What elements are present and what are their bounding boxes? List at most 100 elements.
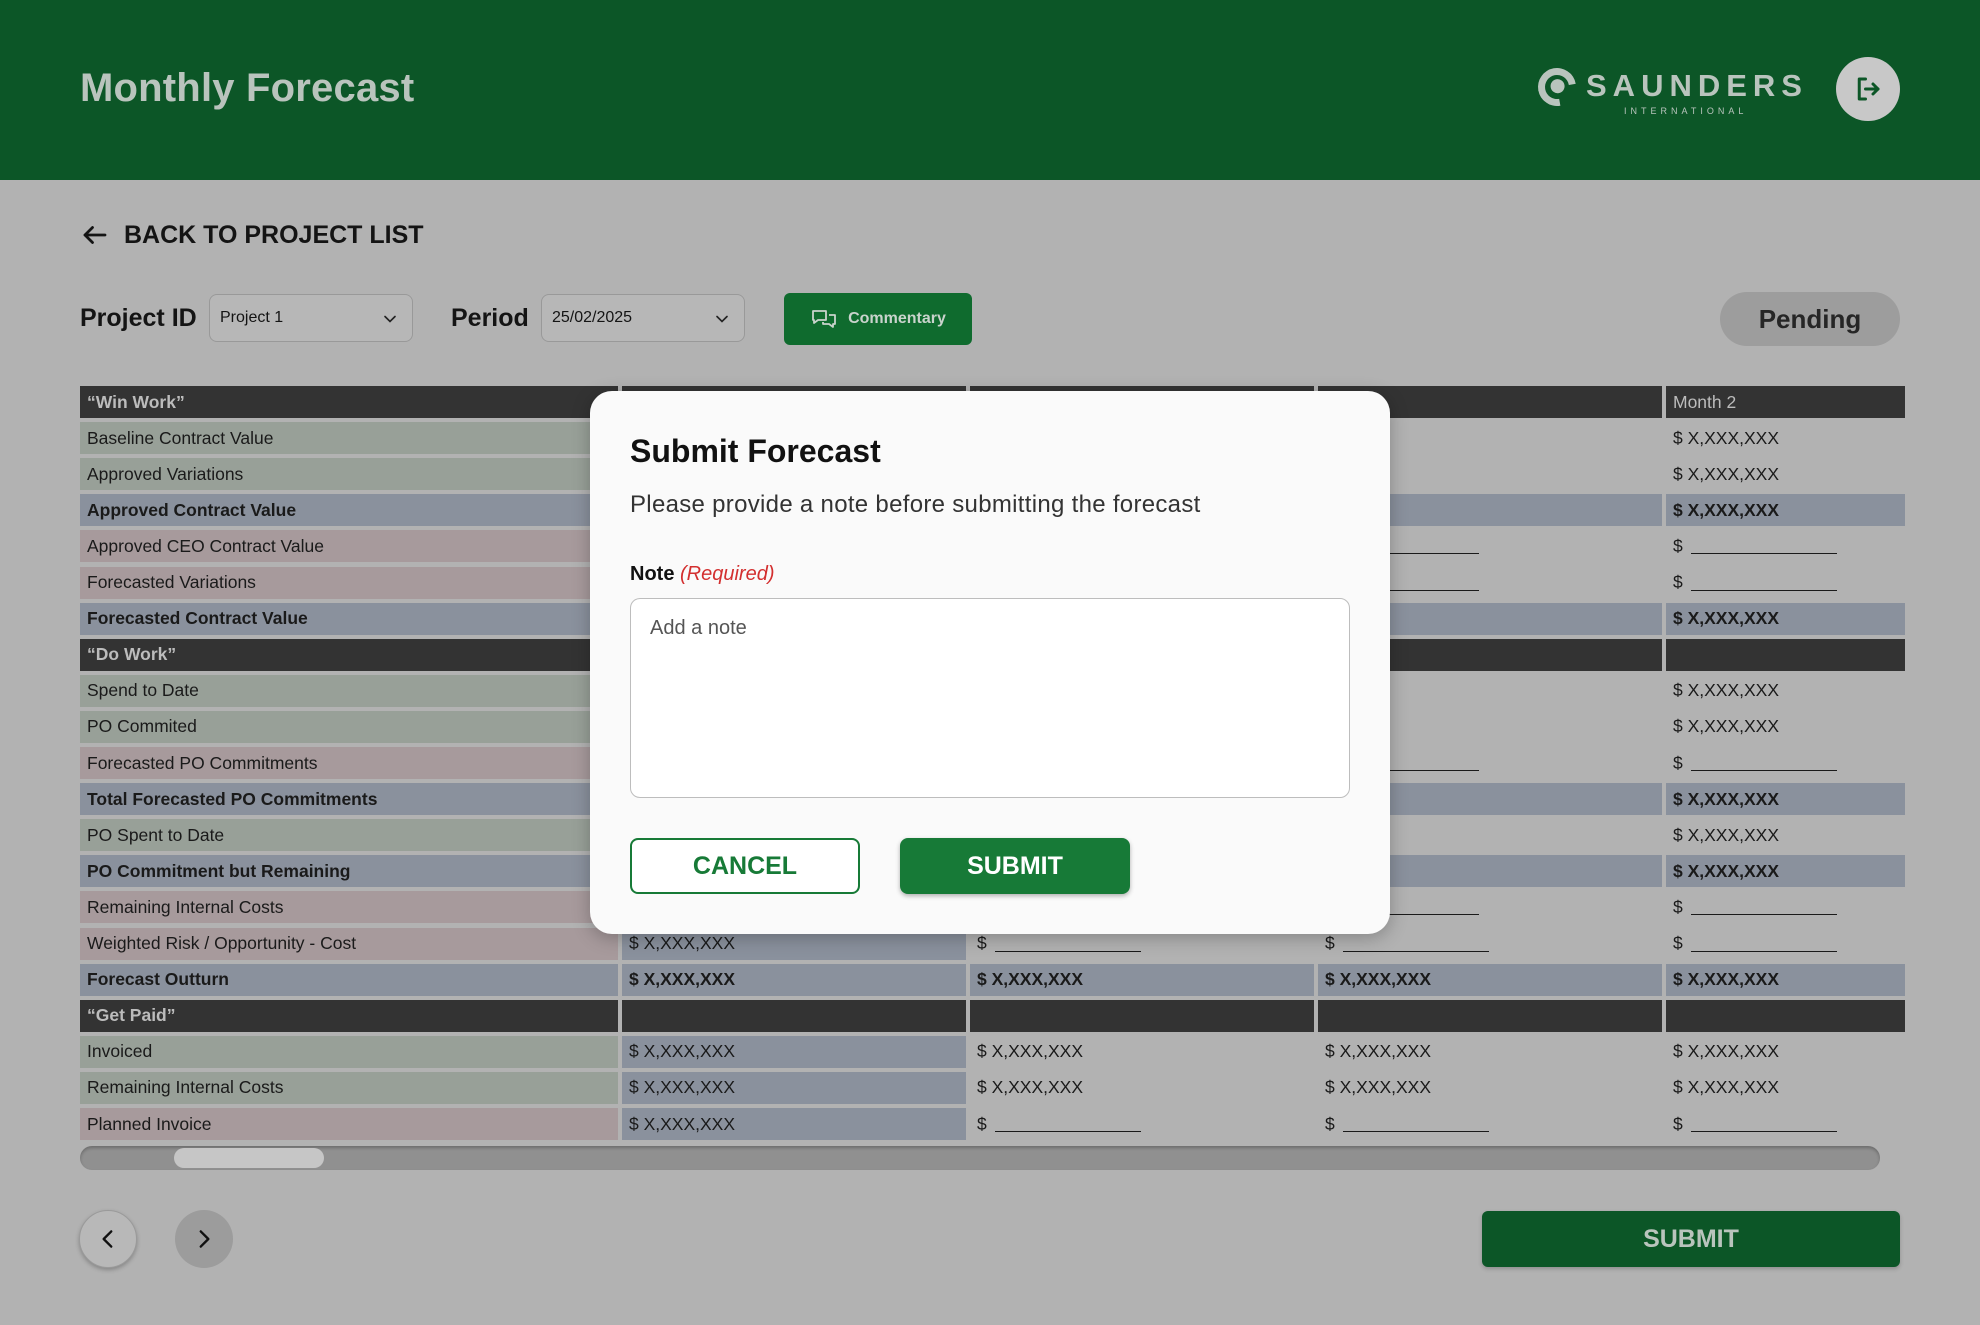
submit-forecast-modal: Submit Forecast Please provide a note be… — [590, 391, 1390, 934]
table-row: Forecast Outturn $ X,XXX,XXX $ X,XXX,XXX $ … — [80, 963, 1905, 996]
cell-text: $ X,XXX,XXX — [1673, 1077, 1780, 1098]
value-cell: $ X,XXX,XXX — [622, 1108, 966, 1140]
cell-text: Spend to Date — [87, 680, 199, 701]
blank-input-line[interactable] — [1690, 1116, 1837, 1132]
row-label-cell: Weighted Risk / Opportunity - Cost — [80, 927, 618, 960]
modal-submit-button[interactable]: SUBMIT — [900, 838, 1130, 894]
back-to-project-list-link[interactable]: BACK TO PROJECT LIST — [80, 220, 424, 250]
table-row: “Get Paid” — [80, 999, 1905, 1032]
chevron-down-icon — [384, 315, 396, 323]
blank-input-line[interactable] — [1690, 936, 1837, 952]
status-badge: Pending — [1720, 292, 1900, 346]
period-label: Period — [451, 304, 529, 332]
cell-text: “Get Paid” — [87, 1005, 176, 1026]
cancel-button[interactable]: CANCEL — [630, 838, 860, 894]
cell-text: $ X,XXX,XXX — [1673, 1041, 1780, 1062]
submit-forecast-button[interactable]: SUBMIT — [1482, 1211, 1900, 1267]
currency-symbol: $ — [1673, 933, 1683, 953]
period-select[interactable]: 25/02/2025 — [541, 294, 745, 342]
horizontal-scrollbar[interactable] — [80, 1146, 1880, 1170]
row-label-cell: Forecasted Variations — [80, 566, 618, 599]
row-label-cell: Approved Contract Value — [80, 494, 618, 527]
previous-page-button[interactable] — [79, 1210, 137, 1268]
cell-text: $ X,XXX,XXX — [629, 969, 736, 990]
row-label-cell: Remaining Internal Costs — [80, 1071, 618, 1104]
blank-input-line[interactable] — [1342, 1116, 1489, 1132]
scrollbar-thumb[interactable] — [174, 1148, 324, 1168]
value-cell[interactable]: $ — [1666, 891, 1905, 923]
value-cell: $ X,XXX,XXX — [1666, 711, 1905, 743]
cell-text: Approved Variations — [87, 463, 244, 484]
row-label-cell: PO Commited — [80, 710, 618, 743]
next-page-button[interactable] — [175, 1210, 233, 1268]
cell-text: Approved CEO Contract Value — [87, 535, 325, 556]
cell-text: $ X,XXX,XXX — [1673, 860, 1780, 881]
row-label-cell: Remaining Internal Costs — [80, 891, 618, 924]
commentary-button[interactable]: Commentary — [784, 293, 972, 345]
value-cell[interactable]: $ — [1666, 530, 1905, 562]
row-label-cell: Spend to Date — [80, 674, 618, 707]
cell-text: $ X,XXX,XXX — [629, 1077, 736, 1098]
blank-input-line[interactable] — [1690, 538, 1837, 555]
value-cell[interactable]: $ — [1666, 567, 1905, 599]
value-cell[interactable]: $ — [1666, 928, 1905, 960]
blank-input-line[interactable] — [1690, 899, 1837, 916]
cell-text: Total Forecasted PO Commitments — [87, 788, 378, 809]
value-cell[interactable]: $ — [1318, 1108, 1662, 1140]
cell-text: $ X,XXX,XXX — [629, 1041, 736, 1062]
blank-input-line[interactable] — [1342, 936, 1489, 952]
row-label-cell: Approved Variations — [80, 458, 618, 491]
value-cell — [970, 999, 1314, 1032]
note-textarea[interactable] — [630, 598, 1350, 798]
logout-button[interactable] — [1836, 57, 1900, 121]
cell-text: Remaining Internal Costs — [87, 896, 284, 917]
cell-text: Forecasted PO Commitments — [87, 752, 318, 773]
blank-input-line[interactable] — [994, 936, 1141, 952]
cell-text: $ X,XXX,XXX — [1673, 463, 1780, 484]
row-label-cell: Baseline Contract Value — [80, 422, 618, 455]
cell-text: Month 2 — [1673, 391, 1737, 412]
table-row: Planned Invoice $ X,XXX,XXX $ $ $ — [80, 1108, 1905, 1140]
cell-text: $ X,XXX,XXX — [1325, 1077, 1432, 1098]
value-cell: $ X,XXX,XXX — [1318, 1036, 1662, 1068]
cell-text: Approved Contract Value — [87, 499, 297, 520]
value-cell: $ X,XXX,XXX — [970, 963, 1314, 996]
blank-input-line[interactable] — [994, 1116, 1141, 1132]
cell-text: Forecast Outturn — [87, 969, 229, 990]
value-cell: $ X,XXX,XXX — [1666, 1036, 1905, 1068]
cell-text: $ X,XXX,XXX — [977, 969, 1084, 990]
value-cell: $ X,XXX,XXX — [970, 1072, 1314, 1104]
value-cell[interactable]: $ — [1666, 747, 1905, 779]
cell-text: Baseline Contract Value — [87, 427, 274, 448]
cell-text: $ X,XXX,XXX — [1673, 427, 1780, 448]
chevron-down-icon — [716, 315, 728, 323]
value-cell: $ X,XXX,XXX — [622, 1035, 966, 1068]
currency-symbol: $ — [1673, 535, 1683, 556]
value-cell: $ X,XXX,XXX — [1666, 855, 1905, 888]
project-id-select[interactable]: Project 1 — [209, 294, 413, 342]
project-id-label: Project ID — [80, 304, 197, 332]
arrow-left-icon — [83, 226, 107, 244]
chat-bubbles-icon — [812, 310, 836, 328]
value-cell — [1666, 999, 1905, 1032]
note-label-text: Note — [630, 563, 675, 585]
blank-input-line[interactable] — [1690, 755, 1837, 771]
value-cell[interactable]: $ — [1666, 1108, 1905, 1140]
blank-input-line[interactable] — [1690, 575, 1837, 591]
value-cell — [622, 999, 966, 1032]
logo-name: SAUNDERS — [1586, 68, 1808, 103]
value-cell: $ X,XXX,XXX — [1666, 1072, 1905, 1104]
value-cell: $ X,XXX,XXX — [1666, 963, 1905, 996]
cell-text: $ X,XXX,XXX — [977, 1077, 1084, 1098]
value-cell: $ X,XXX,XXX — [1666, 422, 1905, 454]
cell-text: $ X,XXX,XXX — [1673, 716, 1780, 737]
cell-text: Weighted Risk / Opportunity - Cost — [87, 933, 357, 953]
cell-text: Planned Invoice — [87, 1113, 212, 1134]
row-label-cell: “Get Paid” — [80, 999, 618, 1032]
cell-text: Forecasted Contract Value — [87, 608, 308, 629]
chevron-right-icon — [199, 1230, 210, 1248]
row-label-cell: Forecasted PO Commitments — [80, 747, 618, 779]
back-link-label: BACK TO PROJECT LIST — [124, 220, 424, 249]
value-cell[interactable]: $ — [970, 1108, 1314, 1140]
row-label-cell: “Win Work” — [80, 386, 618, 418]
